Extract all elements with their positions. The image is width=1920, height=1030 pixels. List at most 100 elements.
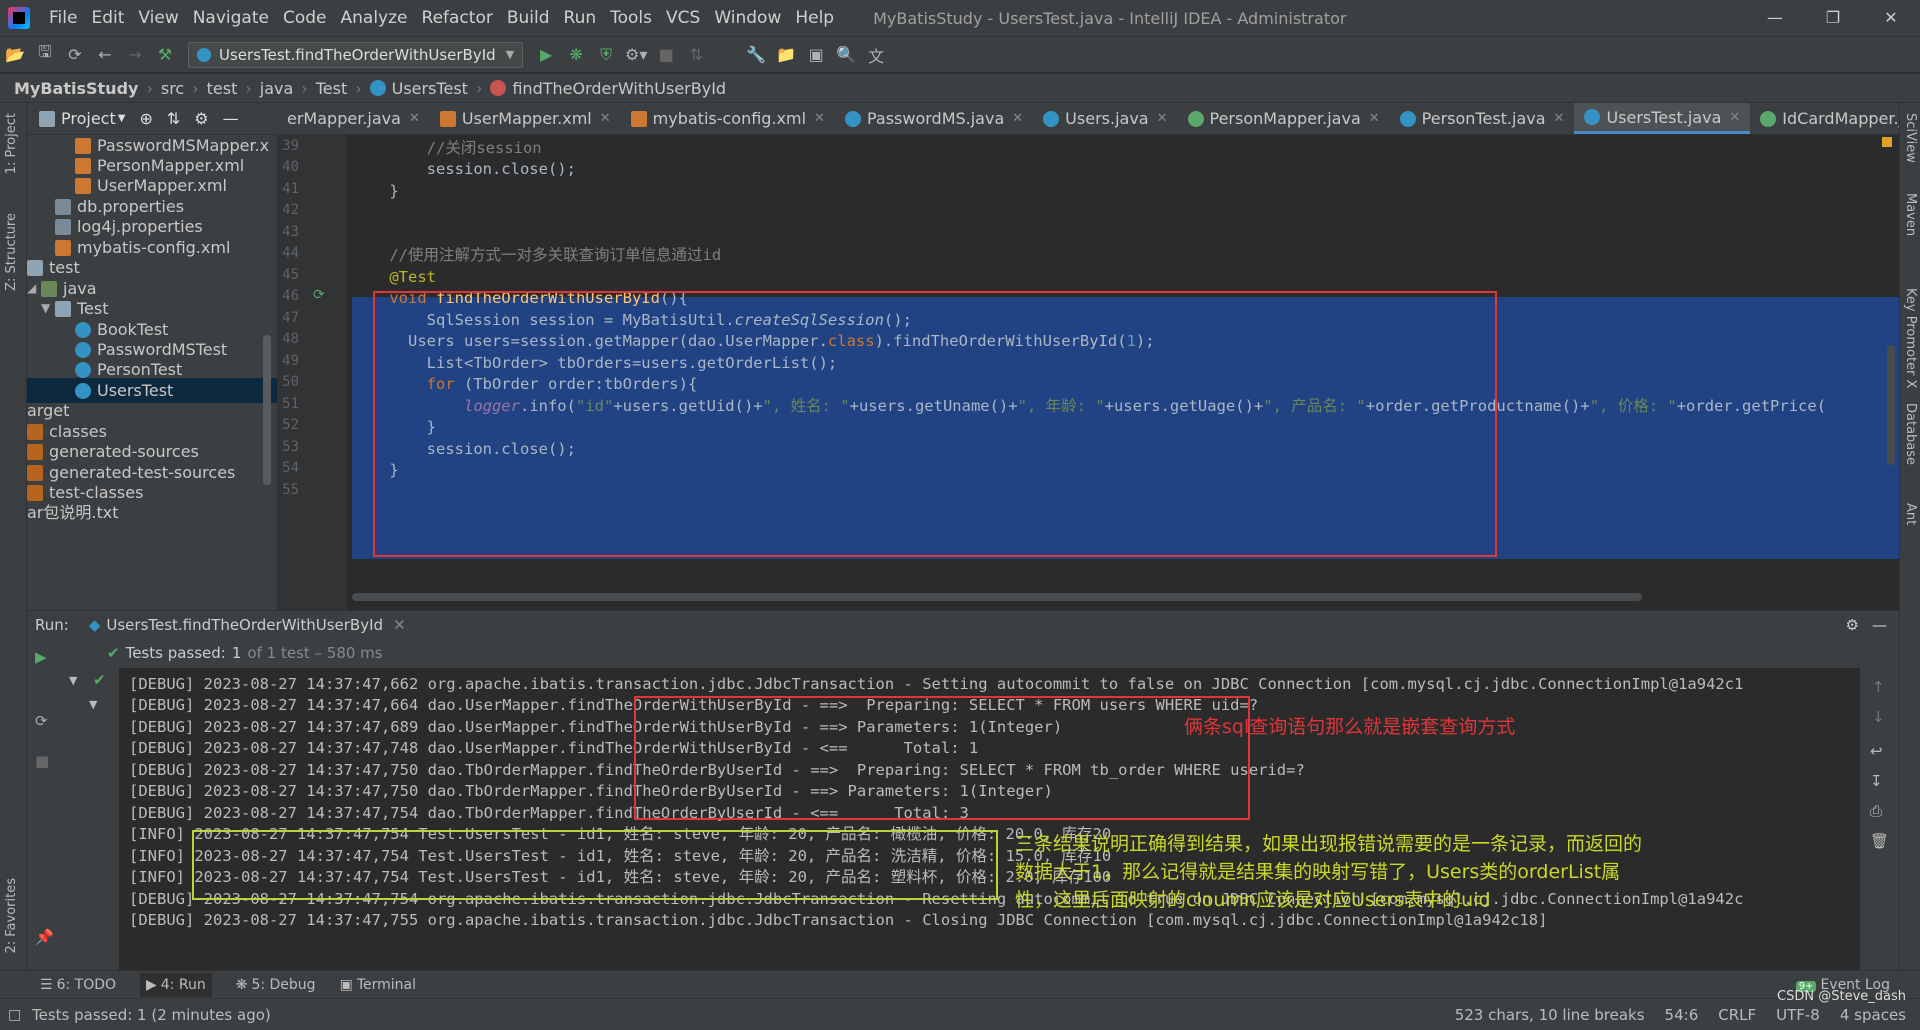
code-editor[interactable]: 38 39 40 41 42 43 44 45 46 47 48 49 50 5… [277,135,1899,610]
menu-file[interactable]: File [42,8,84,28]
rerun-icon[interactable]: ▶ [35,648,47,666]
warning-marker-icon[interactable] [1882,137,1892,147]
terminal-window-icon[interactable]: ▣ [801,45,831,64]
search-icon[interactable]: 🔍 [831,45,861,64]
close-icon[interactable]: ✕ [600,111,611,126]
maven-tool-tab[interactable]: Maven [1903,193,1918,236]
tab-todo[interactable]: ☰ 6: TODO [40,977,116,993]
breadcrumb-java[interactable]: java [260,79,294,98]
close-icon[interactable]: ✕ [1012,111,1023,126]
menu-edit[interactable]: Edit [84,8,131,28]
run-test-gutter-icon[interactable]: ⟳ [313,287,325,303]
indent-setting[interactable]: 4 spaces [1840,1006,1906,1024]
menu-build[interactable]: Build [500,8,557,28]
hide-icon[interactable]: — [1872,616,1887,634]
editor-tab-active[interactable]: UsersTest.java ✕ [1574,103,1751,134]
breadcrumb-package[interactable]: Test [316,79,348,98]
horizontal-scrollbar[interactable] [352,593,1642,601]
chevron-down-icon[interactable]: ▼ [118,113,126,124]
menu-vcs[interactable]: VCS [659,8,707,28]
menu-window[interactable]: Window [707,8,788,28]
tab-debug[interactable]: ❋ 5: Debug [236,977,316,993]
close-icon[interactable]: ✕ [393,616,406,634]
close-icon[interactable]: ✕ [1157,111,1168,126]
tree-item[interactable]: ar包说明.txt [27,500,119,525]
menu-analyze[interactable]: Analyze [334,8,415,28]
database-tool-tab[interactable]: Database [1903,403,1918,465]
run-configuration-select[interactable]: UsersTest.findTheOrderWithUserById ▼ [188,41,524,68]
project-structure-icon[interactable]: 📁 [771,45,801,64]
menu-tools[interactable]: Tools [603,8,659,28]
vcs-icon[interactable]: ⇅ [681,45,711,64]
stop-icon[interactable]: ■ [651,45,681,64]
profile-icon[interactable]: ⚙▾ [621,45,651,64]
chevron-down-icon[interactable]: ◢ [27,276,41,301]
editor-tab[interactable]: mybatis-config.xml ✕ [621,103,835,134]
line-separator[interactable]: CRLF [1718,1006,1756,1024]
menu-navigate[interactable]: Navigate [186,8,276,28]
breadcrumb-method[interactable]: findTheOrderWithUserById [512,79,726,98]
print-icon[interactable]: ⎙ [1870,802,1882,820]
ant-tool-tab[interactable]: Ant [1903,503,1918,525]
caret-position[interactable]: 54:6 [1665,1006,1699,1024]
gear-icon[interactable]: ⚙ [194,109,208,128]
menu-help[interactable]: Help [788,8,841,28]
menu-run[interactable]: Run [557,8,604,28]
tree-item[interactable]: mybatis-config.xml [55,235,230,260]
menu-refactor[interactable]: Refactor [415,8,500,28]
close-icon[interactable]: ✕ [1729,110,1740,125]
open-folder-icon[interactable]: 📂 [0,45,30,64]
trash-icon[interactable]: 🗑 [1870,832,1889,850]
breadcrumb-project[interactable]: MyBatisStudy [14,79,138,98]
forward-icon[interactable]: → [120,45,150,64]
settings-wrench-icon[interactable]: 🔧 [741,45,771,64]
build-hammer-icon[interactable]: ⚒ [150,45,180,64]
back-icon[interactable]: ← [90,45,120,64]
console-output[interactable]: [DEBUG] 2023-08-27 14:37:47,662 org.apac… [119,668,1860,970]
rerun-failed-icon[interactable]: ⟳ [35,712,48,730]
soft-wrap-icon[interactable]: ↩ [1870,742,1883,760]
chevron-down-icon[interactable]: ▼ [89,698,97,711]
translate-icon[interactable]: 文 [861,43,891,67]
project-view-select[interactable]: Project [61,109,116,128]
stop-icon[interactable]: ■ [35,752,49,770]
coverage-icon[interactable]: ⛨ [591,45,621,65]
run-icon[interactable]: ▶ [531,45,561,64]
scroll-end-icon[interactable]: ↧ [1870,772,1883,790]
restore-icon[interactable]: ❐ [1804,0,1862,36]
pin-icon[interactable]: 📌 [35,928,54,946]
editor-tab[interactable]: PasswordMS.java ✕ [835,103,1033,134]
sciview-tool-tab[interactable]: SciView [1903,113,1918,163]
editor-tab[interactable]: PersonMapper.java ✕ [1178,103,1390,134]
chevron-down-icon[interactable]: ▼ [69,674,77,687]
chevron-down-icon[interactable]: ▼ [41,296,55,321]
file-encoding[interactable]: UTF-8 [1776,1006,1820,1024]
editor-tab[interactable]: UserMapper.xml ✕ [430,103,621,134]
breadcrumb-test[interactable]: test [207,79,238,98]
tab-terminal[interactable]: ▣ Terminal [340,977,416,993]
menu-view[interactable]: View [131,8,185,28]
tree-scrollbar[interactable] [263,335,271,485]
sync-icon[interactable]: ⟳ [60,45,90,64]
tab-run[interactable]: ▶ 4: Run [140,972,212,997]
down-icon[interactable]: ↓ [1872,708,1885,726]
structure-tool-tab[interactable]: Z: Structure [4,213,19,291]
editor-tab[interactable]: PersonTest.java ✕ [1390,103,1575,134]
breadcrumb-class[interactable]: UsersTest [392,79,468,98]
close-icon[interactable]: ✕ [814,111,825,126]
gear-icon[interactable]: ⚙ [1846,616,1859,634]
close-icon[interactable]: ✕ [1554,111,1565,126]
menu-code[interactable]: Code [276,8,334,28]
editor-tab[interactable]: Users.java ✕ [1033,103,1177,134]
close-icon[interactable]: ✕ [409,111,420,126]
save-icon[interactable]: 🖫 [30,41,60,68]
locate-icon[interactable]: ⊕ [139,109,152,128]
collapse-icon[interactable]: ⇅ [167,109,180,128]
key-promoter-tool-tab[interactable]: Key Promoter X [1903,288,1918,388]
close-icon[interactable]: ✕ [1862,0,1920,36]
minimize-icon[interactable]: — [1746,0,1804,36]
editor-tab[interactable]: erMapper.java ✕ [277,103,430,134]
vertical-scrollbar[interactable] [1887,345,1895,465]
editor-tab[interactable]: IdCardMapper.java [1750,103,1899,134]
hide-icon[interactable]: — [223,109,239,128]
